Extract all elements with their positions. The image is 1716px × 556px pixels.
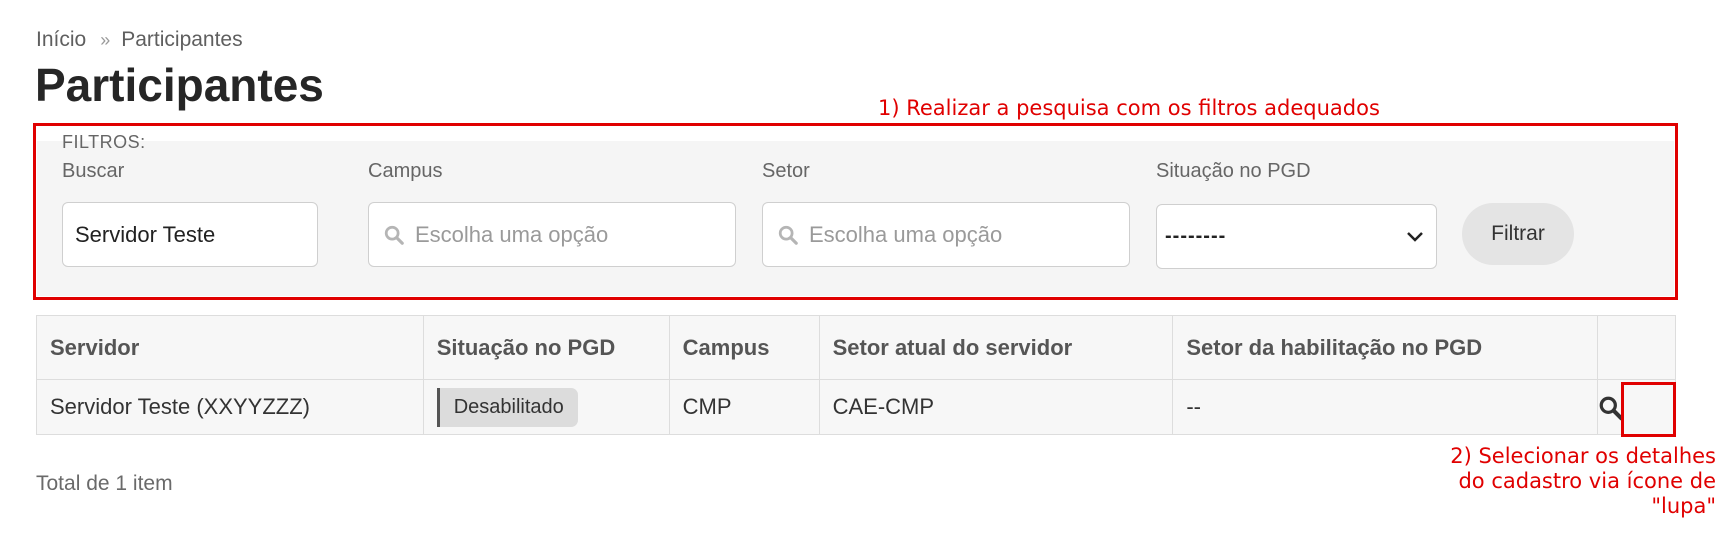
annotation-box-lupa [1621, 382, 1676, 437]
cell-setor-habilitacao: -- [1172, 379, 1599, 435]
column-header-setor-habilitacao[interactable]: Setor da habilitação no PGD [1172, 315, 1599, 380]
annotation-step-2-line-3: "lupa" [1651, 494, 1716, 518]
cell-situacao: Desabilitado [422, 379, 670, 435]
column-header-actions [1597, 315, 1676, 380]
cell-servidor: Servidor Teste (XXYYZZZ) [36, 379, 424, 435]
table-row: Servidor Teste (XXYYZZZ) Desabilitado CM… [36, 379, 1676, 435]
annotation-step-1: 1) Realizar a pesquisa com os filtros ad… [878, 96, 1380, 120]
breadcrumb: Início » Participantes [36, 28, 243, 52]
table-header-row: Servidor Situação no PGD Campus Setor at… [36, 315, 1676, 380]
column-header-situacao[interactable]: Situação no PGD [422, 315, 670, 380]
breadcrumb-separator: » [100, 29, 110, 50]
breadcrumb-home-link[interactable]: Início [36, 28, 86, 52]
annotation-step-2-line-2: do cadastro via ícone de [1458, 469, 1716, 493]
annotation-step-2: 2) Selecionar os detalhes do cadastro vi… [1450, 444, 1716, 519]
breadcrumb-current: Participantes [121, 28, 243, 51]
page-title: Participantes [35, 59, 324, 111]
column-header-servidor[interactable]: Servidor [36, 315, 424, 380]
annotation-box-filters [33, 123, 1678, 300]
annotation-step-2-line-1: 2) Selecionar os detalhes [1450, 444, 1716, 468]
column-header-setor-atual[interactable]: Setor atual do servidor [818, 315, 1174, 380]
participants-table: Servidor Situação no PGD Campus Setor at… [36, 315, 1676, 435]
page: Início » Participantes Participantes FIL… [0, 0, 1716, 556]
status-badge: Desabilitado [436, 387, 578, 427]
cell-setor-atual: CAE-CMP [818, 379, 1174, 435]
cell-campus: CMP [668, 379, 820, 435]
total-count: Total de 1 item [36, 472, 173, 495]
column-header-campus[interactable]: Campus [668, 315, 820, 380]
